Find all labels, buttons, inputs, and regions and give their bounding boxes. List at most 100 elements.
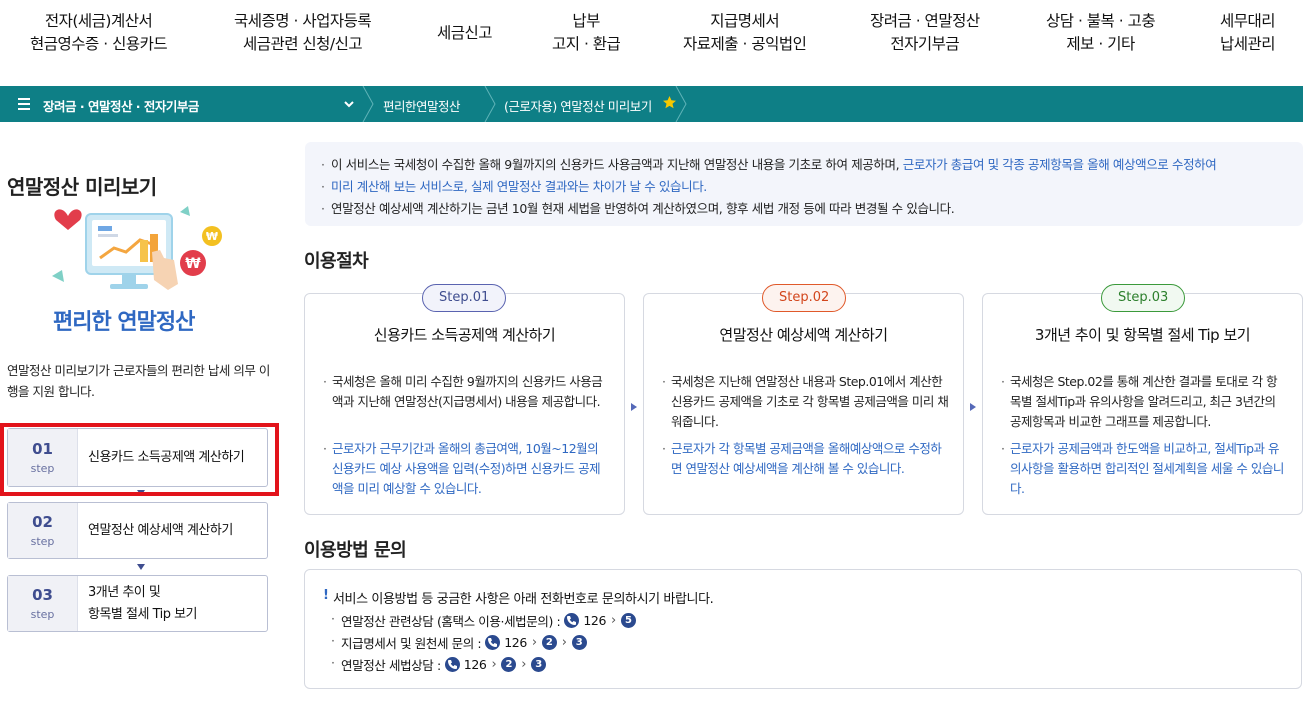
info-row: 연말정산 예상세액 계산하기는 금년 10월 현재 세법을 반영하여 계산하였으… [321,198,1303,220]
info-row: 이 서비스는 국세청이 수집한 올해 9월까지의 신용카드 사용금액과 지난해 … [321,154,1303,176]
key-number-badge: 3 [531,656,547,672]
svg-text:₩: ₩ [206,230,218,243]
step-word: step [30,608,55,621]
inquiry-line: 연말정산 관련상담 (홈택스 이용·세법문의) : 126 › 5 [323,611,1301,629]
nav-item-payment-statement[interactable]: 지급명세서자료제출 · 공익법인 [683,10,807,56]
nav-item-year-end-settlement[interactable]: 장려금 · 연말정산전자기부금 [870,10,980,56]
left-step-02[interactable]: 02 step 연말정산 예상세액 계산하기 [7,502,268,559]
svg-text:₩: ₩ [185,256,201,272]
step-pill: Step.02 [762,284,847,312]
key-number-badge: 2 [501,656,517,672]
step-label: 연말정산 예상세액 계산하기 [88,522,233,538]
nav-label: 전자기부금 [890,35,960,53]
nav-label: 제보 · 기타 [1066,35,1135,53]
inquiry-label: 지급명세서 및 원천세 문의 : [341,635,482,651]
step-label-line: 3개년 추이 및 [88,584,161,600]
nav-label: 고지 · 환급 [552,35,621,53]
phone-number: 126 [463,656,487,672]
nav-item-payment[interactable]: 납부고지 · 환급 [552,10,621,56]
inquiry-box: ! 서비스 이용방법 등 궁금한 사항은 아래 전화번호로 문의하시기 바랍니다.… [304,569,1302,689]
step-pill: Step.01 [422,284,507,312]
step-card-01: Step.01 신용카드 소득공제액 계산하기 국세청은 올해 미리 수집한 9… [304,284,625,515]
step-card-text: 국세청은 지난해 연말정산 내용과 Step.01에서 계산한 신용카드 공제액… [662,372,949,432]
step-number: 02 step [8,503,78,558]
step-number-value: 02 [32,513,53,531]
breadcrumb-separator-icon [675,86,687,122]
step-pill: Step.03 [1101,284,1186,312]
nav-label: 세금신고 [437,24,493,42]
nav-label: 장려금 · 연말정산 [870,12,980,30]
info-highlight-text: 근로자가 총급여 및 각종 공제항목을 올해 예상액으로 수정하여 [902,157,1217,172]
nav-item-tax-agent[interactable]: 세무대리 납세관리 [1220,10,1276,56]
settlement-illustration: ₩ ₩ [52,206,222,290]
step-card-highlight: 근로자가 근무기간과 올해의 총급여액, 10월~12월의 신용카드 예상 사용… [323,439,610,499]
step-label-line: 항목별 절세 Tip 보기 [88,606,198,622]
highlight-box [0,423,279,496]
arrow-right-icon [970,403,976,411]
breadcrumb-level2[interactable]: 편리한연말정산 [383,96,461,115]
nav-label: 세금관련 신청/신고 [242,35,363,53]
nav-item-certificates[interactable]: 국세증명 · 사업자등록세금관련 신청/신고 [234,10,372,56]
nav-label: 전자(세금)계산서 [44,12,153,30]
phone-number: 126 [504,634,527,650]
nav-item-consultation[interactable]: 상담 · 불복 · 고충제보 · 기타 [1046,10,1156,56]
nav-label: 납부 [572,12,600,30]
illustration-caption: 편리한 연말정산 [53,310,195,335]
info-text: 이 서비스는 국세청이 수집한 올해 9월까지의 신용카드 사용금액과 지난해 … [331,157,903,172]
nav-item-e-invoice[interactable]: 전자(세금)계산서현금영수증 · 신용카드 [30,10,168,56]
menu-icon[interactable] [18,96,30,110]
inquiry-head: ! 서비스 이용방법 등 궁금한 사항은 아래 전화번호로 문의하시기 바랍니다. [323,588,1301,607]
step-card-text: 국세청은 올해 미리 수집한 9월까지의 신용카드 사용금액과 지난해 연말정산… [323,372,610,412]
step-arrow-icon [137,564,145,570]
phone-icon [444,656,460,672]
breadcrumb-separator-icon [484,86,496,122]
phone-number: 126 [583,612,607,628]
chevron-down-icon[interactable] [342,97,356,111]
chevron-right-icon: › [521,656,527,672]
breadcrumb-level3: (근로자용) 연말정산 미리보기 [504,99,652,114]
page-title: 연말정산 미리보기 [7,175,157,199]
key-number-badge: 5 [620,612,636,628]
nav-label: 세무대리 [1220,12,1276,30]
step-number: 03 step [8,576,78,631]
nav-label: 국세증명 · 사업자등록 [234,12,372,30]
chevron-right-icon: › [491,656,497,672]
breadcrumb: 장려금 · 연말정산 · 전자기부금 편리한연말정산 (근로자용) 연말정산 미… [0,86,1303,122]
notice-icon: ! [323,588,329,603]
nav-item-tax-filing[interactable]: 세금신고 [437,22,493,45]
left-description: 연말정산 미리보기가 근로자들의 편리한 납세 의무 이행을 지원 합니다. [7,363,270,399]
step-label: 3개년 추이 및항목별 절세 Tip 보기 [78,576,267,631]
nav-label: 지급명세서 [710,12,780,30]
step-card-title: 3개년 추이 및 항목별 절세 Tip 보기 [1034,326,1251,344]
inquiry-title: 이용방법 문의 [304,540,407,561]
nav-label: 자료제출 · 공익법인 [683,35,807,53]
left-step-03[interactable]: 03 step 3개년 추이 및항목별 절세 Tip 보기 [7,575,268,632]
nav-label: 현금영수증 · 신용카드 [30,35,168,53]
info-text: 연말정산 예상세액 계산하기는 금년 10월 현재 세법을 반영하여 계산하였으… [331,201,955,216]
phone-icon [485,634,501,650]
step-card-text: 국세청은 Step.02를 통해 계산한 결과를 토대로 각 항목별 절세Tip… [1001,372,1288,432]
step-card-title: 연말정산 예상세액 계산하기 [719,326,888,344]
chevron-right-icon: › [561,634,567,650]
breadcrumb-section[interactable]: 장려금 · 연말정산 · 전자기부금 [43,96,199,115]
nav-label: 상담 · 불복 · 고충 [1046,12,1156,30]
procedure-title: 이용절차 [304,251,369,272]
chevron-right-icon: › [611,612,616,628]
inquiry-label: 연말정산 세법상담 : [341,657,441,673]
key-number-badge: 2 [541,634,557,650]
step-card-highlight: 근로자가 각 항목별 공제금액을 올해예상액으로 수정하면 연말정산 예상세액을… [662,439,949,479]
top-navigation: 전자(세금)계산서현금영수증 · 신용카드 국세증명 · 사업자등록세금관련 신… [0,0,1316,86]
arrow-right-icon [631,403,637,411]
inquiry-label: 연말정산 관련상담 (홈택스 이용·세법문의) : [341,613,561,629]
step-card-title: 신용카드 소득공제액 계산하기 [373,326,556,344]
step-card-highlight: 근로자가 공제금액과 한도액을 비교하고, 절세Tip과 유의사항을 활용하면 … [1001,439,1288,499]
step-card-02: Step.02 연말정산 예상세액 계산하기 국세청은 지난해 연말정산 내용과… [643,284,964,515]
service-info-box: 이 서비스는 국세청이 수집한 올해 9월까지의 신용카드 사용금액과 지난해 … [305,142,1303,226]
chevron-right-icon: › [531,634,537,650]
info-row-cont: 미리 계산해 보는 서비스로, 실제 연말정산 결과와는 차이가 날 수 있습니… [321,176,1303,198]
info-highlight-text: 미리 계산해 보는 서비스로, 실제 연말정산 결과와는 차이가 날 수 있습니… [331,179,707,194]
step-number-value: 03 [32,586,53,604]
step-card-03: Step.03 3개년 추이 및 항목별 절세 Tip 보기 국세청은 Step… [982,284,1303,515]
inquiry-head-text: 서비스 이용방법 등 궁금한 사항은 아래 전화번호로 문의하시기 바랍니다. [333,592,714,607]
phone-icon [564,612,580,628]
